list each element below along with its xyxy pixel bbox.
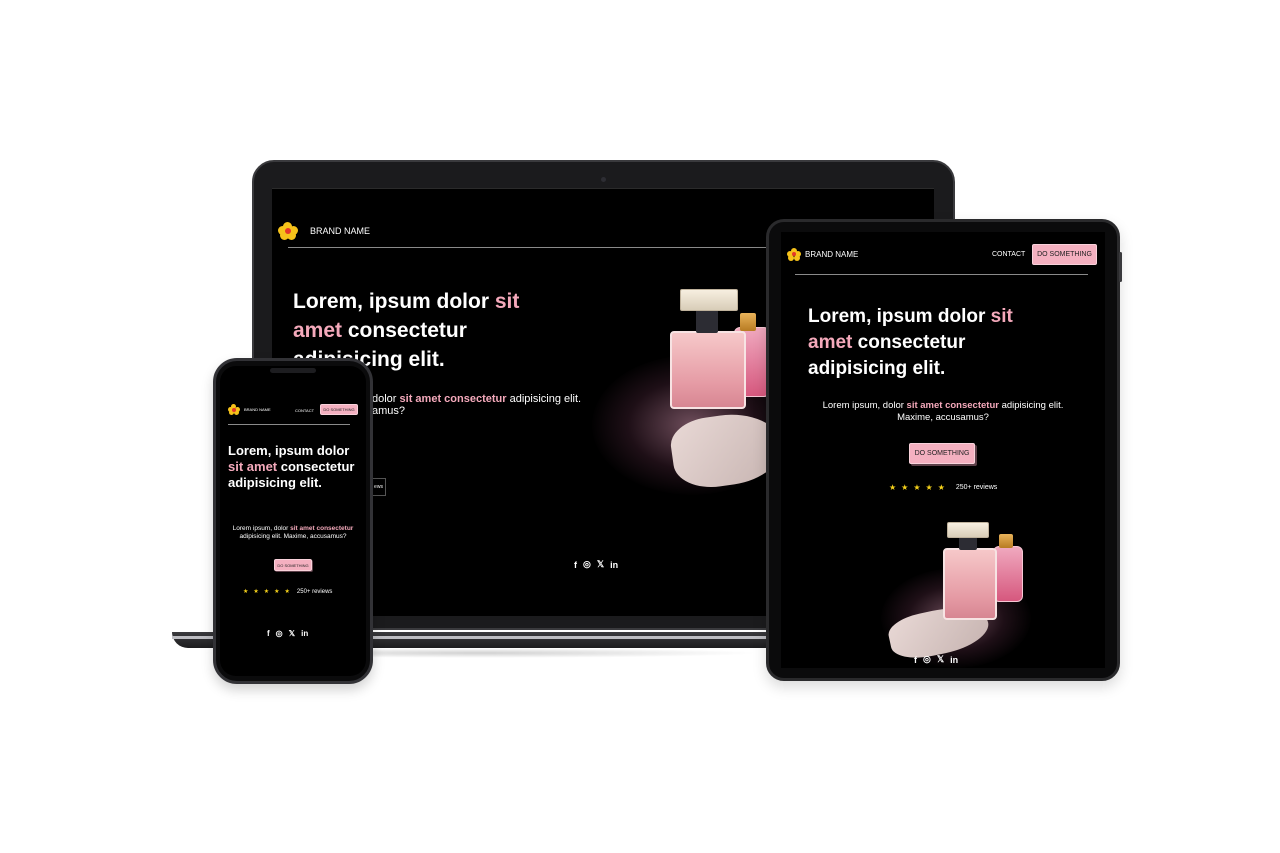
- tablet-site: BRAND NAME CONTACT DO SOMETHING Lorem, i…: [781, 232, 1105, 668]
- nav-contact-link[interactable]: CONTACT: [295, 408, 314, 413]
- header-divider: [228, 424, 350, 425]
- hero-paragraph: Lorem ipsum, dolor sit amet consectetur …: [822, 400, 1064, 423]
- flower-icon: [228, 404, 240, 415]
- star-icons: ★★★★★: [243, 589, 295, 595]
- brand-name: BRAND NAME: [310, 226, 371, 236]
- laptop-camera: [601, 177, 606, 182]
- hero-cta-button[interactable]: DO SOMETHING: [274, 559, 312, 571]
- x-icon[interactable]: 𝕏: [289, 629, 295, 638]
- instagram-icon[interactable]: ◎: [583, 559, 591, 570]
- headline-highlight: sit amet: [228, 459, 278, 474]
- phone-notch: [270, 368, 316, 373]
- instagram-icon[interactable]: ◎: [276, 629, 283, 638]
- header-divider: [795, 274, 1088, 275]
- perfume-image: [881, 518, 1041, 668]
- nav-cta-button[interactable]: DO SOMETHING: [320, 404, 358, 415]
- tablet-screen: BRAND NAME CONTACT DO SOMETHING Lorem, i…: [781, 232, 1105, 668]
- social-links: f ◎ 𝕏 in: [267, 629, 308, 638]
- rating: ★★★★★ 250+ reviews: [243, 588, 333, 596]
- hero-paragraph: dolor sit amet consectetur adipisicing e…: [372, 393, 582, 417]
- x-icon[interactable]: 𝕏: [937, 654, 944, 665]
- reviews-count: 250+ reviews: [955, 484, 998, 491]
- reviews-fragment: ews: [372, 478, 386, 496]
- phone-brand[interactable]: BRAND NAME: [228, 404, 271, 415]
- social-links: f ◎ 𝕏 in: [914, 654, 958, 665]
- phone-screen: BRAND NAME CONTACT DO SOMETHING Lorem, i…: [220, 366, 366, 676]
- headline-text: Lorem, ipsum dolor: [808, 306, 986, 327]
- hero-headline: Lorem, ipsum dolor sit amet consectetur …: [228, 443, 356, 491]
- linkedin-icon[interactable]: in: [301, 629, 308, 638]
- headline-text: Lorem, ipsum dolor: [293, 290, 490, 313]
- flower-icon: [787, 248, 801, 261]
- star-icons: ★★★★★: [889, 483, 950, 492]
- hero-headline: Lorem, ipsum dolor sit amet consectetur …: [808, 304, 1048, 382]
- linkedin-icon[interactable]: in: [610, 560, 618, 570]
- nav-cta-button[interactable]: DO SOMETHING: [1032, 244, 1097, 265]
- brand-name: BRAND NAME: [244, 407, 271, 412]
- flower-icon: [278, 222, 298, 240]
- tablet-brand[interactable]: BRAND NAME: [787, 248, 858, 261]
- social-links: f ◎ 𝕏 in: [574, 559, 618, 570]
- reviews-count: 250+ reviews: [296, 588, 333, 595]
- phone-site: BRAND NAME CONTACT DO SOMETHING Lorem, i…: [220, 366, 366, 676]
- linkedin-icon[interactable]: in: [950, 655, 958, 665]
- laptop-brand[interactable]: BRAND NAME: [278, 222, 370, 240]
- x-icon[interactable]: 𝕏: [597, 559, 604, 570]
- hero-cta-button[interactable]: DO SOMETHING: [909, 443, 975, 464]
- hero-paragraph: Lorem ipsum, dolor sit amet consectetur …: [232, 525, 354, 540]
- nav-contact-link[interactable]: CONTACT: [992, 251, 1025, 258]
- facebook-icon[interactable]: f: [267, 629, 270, 638]
- facebook-icon[interactable]: f: [574, 560, 577, 570]
- instagram-icon[interactable]: ◎: [923, 654, 931, 665]
- rating: ★★★★★ 250+ reviews: [889, 483, 997, 492]
- perfume-image: [592, 285, 792, 495]
- headline-text: Lorem, ipsum dolor: [228, 443, 350, 458]
- facebook-icon[interactable]: f: [914, 655, 917, 665]
- brand-name: BRAND NAME: [805, 250, 859, 259]
- tablet-side-button: [1119, 252, 1122, 282]
